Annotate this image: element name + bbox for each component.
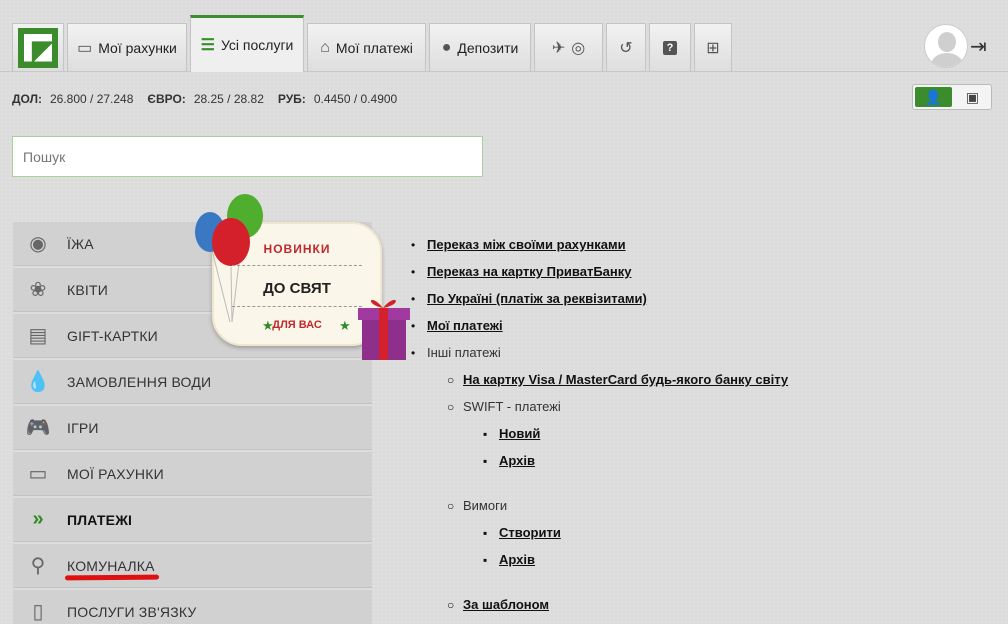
list-item: ▪ Створити <box>483 525 561 540</box>
sidebar-item-label: ІГРИ <box>67 419 99 436</box>
sidebar-item-telecom[interactable]: ▯ ПОСЛУГИ ЗВ'ЯЗКУ <box>13 590 372 624</box>
list-item: ▪ Архів <box>483 552 535 567</box>
rate-value: 28.25 / 28.82 <box>193 92 264 106</box>
sidebar-item-label: ПОСЛУГИ ЗВ'ЯЗКУ <box>67 603 197 620</box>
tab-label: Депозити <box>457 39 519 56</box>
food-icon: ◉ <box>29 233 47 255</box>
tab-my-accounts[interactable]: ▭ Мої рахунки <box>67 23 187 71</box>
gift-card-icon: ▤ <box>28 325 48 347</box>
faucet-icon: ⚲ <box>30 555 46 577</box>
sidebar-item-label: КОМУНАЛКА <box>67 557 155 574</box>
cart-icon: ⊞ <box>706 39 720 57</box>
card-icon: ▭ <box>77 39 93 57</box>
top-nav-bar: ▭ Мої рахунки ☰ Усі послуги ⌂ Мої платеж… <box>0 0 1008 72</box>
link-swift-archive[interactable]: Архів <box>499 453 535 468</box>
list-item: ▪ Новий <box>483 426 541 441</box>
card-icon: ▭ <box>28 463 48 485</box>
link-claims-archive[interactable]: Архів <box>499 552 535 567</box>
list-item: ▪ Архів <box>483 453 535 468</box>
list-item: ○ За шаблоном <box>447 597 550 612</box>
star-icon: ★ <box>339 318 351 333</box>
list-item: ○ SWIFT - платежі <box>447 399 561 414</box>
link-privat-card[interactable]: Переказ на картку ПриватБанку <box>427 264 631 279</box>
list-item: • По Україні (платіж за реквізитами) <box>411 291 647 306</box>
sidebar-item-my-accounts[interactable]: ▭ МОЇ РАХУНКИ <box>13 452 372 496</box>
promo-line-2: ДО СВЯТ <box>263 280 331 297</box>
link-own-accounts[interactable]: Переказ між своїми рахунками <box>427 237 626 252</box>
rate-value: 26.800 / 27.248 <box>50 92 134 106</box>
person-icon[interactable]: 👤 <box>915 87 952 107</box>
rate-label: ЄВРО: <box>147 92 186 106</box>
red-underline-annotation <box>64 574 160 581</box>
tab-help[interactable]: ? <box>649 23 691 71</box>
rate-label: РУБ: <box>277 92 306 106</box>
list-item: • Переказ на картку ПриватБанку <box>411 264 632 279</box>
tab-label: Мої платежі <box>335 39 413 56</box>
water-drop-icon: 💧 <box>25 371 51 393</box>
list-icon: ☰ <box>200 37 215 54</box>
rate-label: ДОЛ: <box>12 92 42 106</box>
tab-my-payments[interactable]: ⌂ Мої платежі <box>307 23 426 71</box>
tab-label: Мої рахунки <box>98 39 177 56</box>
help-icon: ? <box>662 40 678 55</box>
link-swift-new[interactable]: Новий <box>499 426 540 441</box>
link-template[interactable]: За шаблоном <box>463 597 549 612</box>
piggy-icon: ● <box>441 38 452 56</box>
train-plane-icon: ✈ <box>551 39 566 57</box>
claims-label: Вимоги <box>463 498 508 513</box>
other-payments-label: Інші платежі <box>427 345 501 360</box>
tab-deposits[interactable]: ● Депозити <box>429 23 531 71</box>
history-icon: ↺ <box>619 39 633 57</box>
house-icon: ⌂ <box>320 38 330 56</box>
gamepad-icon: 🎮 <box>25 417 51 439</box>
mode-switch[interactable]: 👤 ▣ <box>912 84 992 110</box>
holiday-promo-badge[interactable]: НОВИНКИ ДО СВЯТ ★ ДЛЯ ВАС ★ <box>192 192 416 362</box>
list-item: • Мої платежі <box>411 318 503 333</box>
balloons-gift-graphic <box>195 194 410 360</box>
ball-icon: ◎ <box>571 39 586 57</box>
sidebar-item-label: ЇЖА <box>67 235 94 252</box>
phone-icon: ▯ <box>32 601 44 623</box>
logo-icon <box>18 27 58 68</box>
search-input[interactable] <box>12 136 483 177</box>
list-item: • Переказ між своїми рахунками <box>411 237 626 252</box>
link-claims-create[interactable]: Створити <box>499 525 561 540</box>
logout-icon[interactable]: ⇥ <box>970 34 987 59</box>
sidebar-item-payments[interactable]: » ПЛАТЕЖІ <box>13 498 372 542</box>
sidebar-item-label: ПЛАТЕЖІ <box>67 511 133 528</box>
tab-travel[interactable]: ✈ ◎ <box>534 23 603 71</box>
exchange-rates: ДОЛ: 26.800 / 27.248 ЄВРО: 28.25 / 28.82 Р… <box>12 92 397 106</box>
link-visa-mastercard[interactable]: На картку Visa / MasterCard будь-якого б… <box>463 372 788 387</box>
privatbank-logo[interactable] <box>12 23 64 71</box>
avatar[interactable] <box>924 24 968 68</box>
swift-label: SWIFT - платежі <box>463 399 561 414</box>
sidebar-item-label: GIFT-КАРТКИ <box>67 327 158 344</box>
promo-line-1: НОВИНКИ <box>263 242 331 256</box>
sidebar-item-water[interactable]: 💧 ЗАМОВЛЕННЯ ВОДИ <box>13 360 372 404</box>
promo-line-3: ДЛЯ ВАС <box>272 319 322 331</box>
rate-value: 0.4450 / 0.4900 <box>313 92 398 106</box>
link-ukraine[interactable]: По Україні (платіж за реквізитами) <box>427 291 647 306</box>
tab-all-services[interactable]: ☰ Усі послуги <box>190 15 304 72</box>
sidebar-item-label: ЗАМОВЛЕННЯ ВОДИ <box>67 373 212 390</box>
list-item: ○ Вимоги <box>447 498 508 513</box>
link-my-payments[interactable]: Мої платежі <box>427 318 503 333</box>
sidebar-item-utilities[interactable]: ⚲ КОМУНАЛКА <box>13 544 372 588</box>
flower-icon: ❀ <box>29 279 47 301</box>
double-chevron-icon: » <box>32 508 44 530</box>
list-item: • Інші платежі <box>411 345 501 360</box>
tab-history[interactable]: ↺ <box>606 23 646 71</box>
briefcase-icon[interactable]: ▣ <box>954 85 991 109</box>
list-item: ○ На картку Visa / MasterCard будь-якого … <box>447 372 789 387</box>
tab-cart[interactable]: ⊞ <box>694 23 732 71</box>
sidebar-item-label: КВІТИ <box>67 281 108 298</box>
tab-label: Усі послуги <box>220 37 294 53</box>
sidebar-item-label: МОЇ РАХУНКИ <box>67 465 164 482</box>
sidebar-item-games[interactable]: 🎮 ІГРИ <box>13 406 372 450</box>
